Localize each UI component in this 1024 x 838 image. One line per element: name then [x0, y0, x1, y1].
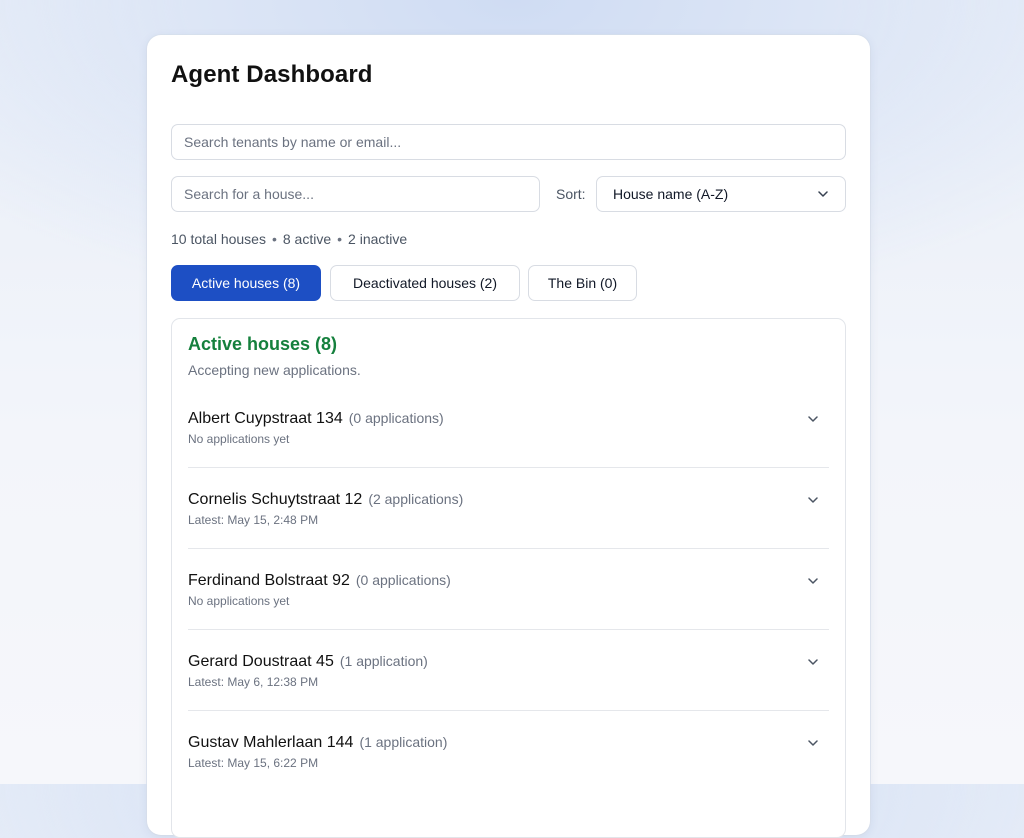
chevron-down-icon[interactable] — [807, 656, 819, 668]
house-name: Gustav Mahlerlaan 144 — [188, 734, 354, 751]
stats-total: 10 total houses — [171, 231, 266, 247]
application-count: (1 application) — [339, 653, 428, 669]
chevron-down-icon — [817, 188, 829, 200]
application-count: (2 applications) — [368, 491, 464, 507]
section-title: Active houses (8) — [188, 334, 338, 354]
section-subtitle: Accepting new applications. — [188, 362, 361, 378]
house-name: Ferdinand Bolstraat 92 — [188, 572, 350, 589]
house-stats: 10 total houses • 8 active • 2 inactive — [171, 231, 407, 247]
house-latest-info: Latest: May 15, 2:48 PM — [188, 513, 319, 527]
chevron-down-icon[interactable] — [807, 494, 819, 506]
house-row[interactable]: Albert Cuypstraat 134 (0 applications) No… — [188, 387, 829, 468]
house-latest-info: Latest: May 15, 6:22 PM — [188, 756, 319, 770]
house-name: Gerard Doustraat 45 — [188, 653, 334, 670]
active-houses-section: Active houses (8) Accepting new applicat… — [171, 318, 846, 838]
stats-inactive: 2 inactive — [348, 231, 408, 247]
dashboard-card: Agent Dashboard Sort: House name (A-Z) 1… — [147, 35, 870, 838]
house-latest-info: No applications yet — [188, 432, 290, 446]
house-row[interactable]: Ferdinand Bolstraat 92 (0 applications) N… — [188, 549, 829, 630]
tab-deactivated-houses[interactable]: Deactivated houses (2) — [330, 265, 520, 301]
sort-label: Sort: — [556, 186, 586, 202]
tab-the-bin[interactable]: The Bin (0) — [528, 265, 637, 301]
sort-selected-value: House name (A-Z) — [613, 186, 729, 202]
stats-active: 8 active — [282, 231, 332, 247]
tenant-search-input[interactable] — [171, 124, 846, 160]
application-count: (1 application) — [359, 734, 448, 750]
house-list: Albert Cuypstraat 134 (0 applications) No… — [188, 387, 829, 792]
chevron-down-icon[interactable] — [807, 737, 819, 749]
application-count: (0 applications) — [348, 410, 444, 426]
house-latest-info: Latest: May 6, 12:38 PM — [188, 675, 319, 689]
house-row[interactable]: Gustav Mahlerlaan 144 (1 application) Lat… — [188, 711, 829, 792]
application-count: (0 applications) — [355, 572, 451, 588]
house-row[interactable]: Cornelis Schuytstraat 12 (2 applications)… — [188, 468, 829, 549]
house-search-input[interactable] — [171, 176, 540, 212]
page-title: Agent Dashboard — [171, 61, 373, 88]
house-name: Cornelis Schuytstraat 12 — [188, 491, 363, 508]
stats-separator: • — [337, 231, 343, 247]
house-latest-info: No applications yet — [188, 594, 290, 608]
sort-select[interactable]: House name (A-Z) — [596, 176, 846, 212]
stats-separator: • — [271, 231, 277, 247]
chevron-down-icon[interactable] — [807, 575, 819, 587]
house-name: Albert Cuypstraat 134 — [188, 410, 343, 427]
chevron-down-icon[interactable] — [807, 413, 819, 425]
house-row[interactable]: Gerard Doustraat 45 (1 application) Lates… — [188, 630, 829, 711]
tab-active-houses[interactable]: Active houses (8) — [171, 265, 321, 301]
